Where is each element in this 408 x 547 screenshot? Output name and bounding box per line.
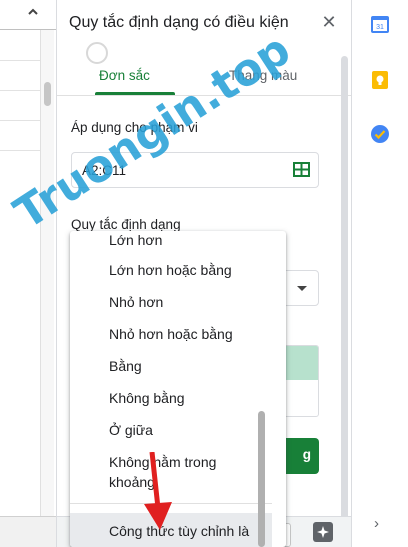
side-app-rail: 31 › xyxy=(352,0,408,547)
sheet-row[interactable] xyxy=(0,90,40,91)
tab-single-color[interactable]: Đơn sắc xyxy=(99,68,150,83)
menu-item-equal[interactable]: Bằng xyxy=(70,356,272,376)
expand-rail-icon[interactable]: › xyxy=(374,515,379,532)
tasks-icon[interactable] xyxy=(370,124,390,144)
calendar-day: 31 xyxy=(376,24,384,31)
format-rules-label: Quy tắc định dạng xyxy=(71,217,181,232)
sheet-row[interactable] xyxy=(0,60,40,61)
apply-range-label: Áp dụng cho phạm vi xyxy=(71,120,198,135)
sheet-row[interactable] xyxy=(0,120,40,121)
panel-scrollbar[interactable] xyxy=(341,56,349,542)
range-value: A2:C11 xyxy=(82,163,127,178)
panel-title: Quy tắc định dạng có điều kiện xyxy=(69,14,289,31)
menu-item-greater-than[interactable]: Lớn hơn xyxy=(70,231,272,250)
sheet-column-header xyxy=(0,0,56,30)
scrollbar-thumb[interactable] xyxy=(44,82,51,106)
panel-scrollbar-thumb[interactable] xyxy=(341,56,348,542)
red-arrow-annotation xyxy=(144,452,172,530)
menu-item-less-or-equal[interactable]: Nhỏ hơn hoặc bằng xyxy=(70,324,272,344)
menu-scrollbar[interactable] xyxy=(258,411,265,547)
range-input[interactable]: A2:C11 xyxy=(71,152,319,188)
calendar-icon[interactable]: 31 xyxy=(370,14,390,34)
menu-item-between[interactable]: Ở giữa xyxy=(70,420,272,440)
chevron-up-icon[interactable] xyxy=(27,6,39,21)
explore-icon[interactable] xyxy=(313,522,333,542)
tab-color-scale[interactable]: Thang màu xyxy=(229,68,297,83)
keep-icon[interactable] xyxy=(370,70,390,90)
menu-item-greater-or-equal[interactable]: Lớn hơn hoặc bằng xyxy=(70,260,272,280)
menu-item-not-equal[interactable]: Không bằng xyxy=(70,388,272,408)
screen: Quy tắc định dạng có điều kiện ✕ Đơn sắc… xyxy=(0,0,408,547)
spreadsheet-grid[interactable] xyxy=(0,0,56,547)
active-tab-indicator xyxy=(95,92,175,95)
dropdown-caret-icon xyxy=(297,286,307,291)
watermark-logo-icon xyxy=(86,42,108,64)
sheet-horizontal-scrollbar[interactable] xyxy=(0,516,56,547)
close-icon[interactable]: ✕ xyxy=(319,12,339,32)
select-range-icon[interactable] xyxy=(293,162,310,177)
sheet-vertical-scrollbar[interactable] xyxy=(40,30,54,516)
sheet-row[interactable] xyxy=(0,150,40,151)
menu-item-less-than[interactable]: Nhỏ hơn xyxy=(70,292,272,312)
condition-menu: Lớn hơn Lớn hơn hoặc bằng Nhỏ hơn Nhỏ hơ… xyxy=(70,231,286,547)
